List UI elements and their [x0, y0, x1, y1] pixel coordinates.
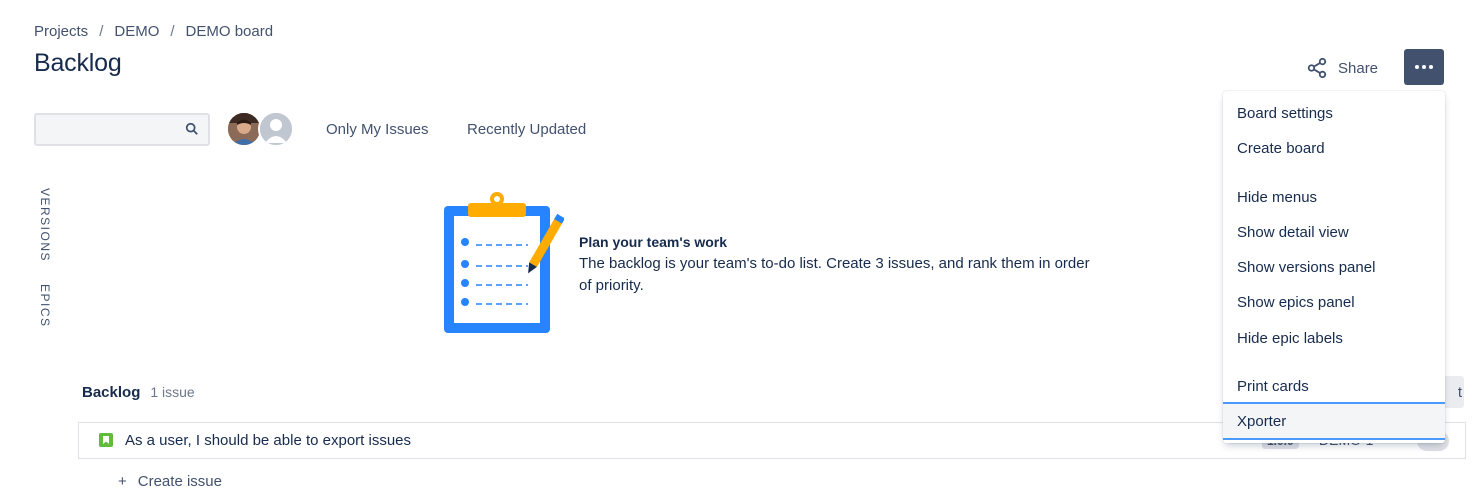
breadcrumb-projects[interactable]: Projects: [34, 23, 88, 40]
breadcrumb-board[interactable]: DEMO board: [186, 23, 274, 40]
share-button[interactable]: Share: [1306, 56, 1378, 80]
menu-item-hide-epic-labels[interactable]: Hide epic labels: [1223, 321, 1445, 356]
breadcrumb-separator: /: [99, 23, 104, 40]
empty-state-message: Plan your team's work The backlog is you…: [579, 231, 1099, 297]
filter-only-my-issues[interactable]: Only My Issues: [326, 121, 429, 138]
search-icon: [185, 122, 198, 135]
board-actions-menu: Board settings Create board Hide menus S…: [1223, 91, 1445, 443]
more-actions-button[interactable]: [1404, 49, 1444, 85]
plus-icon: +: [118, 473, 127, 490]
menu-item-board-settings[interactable]: Board settings: [1223, 96, 1445, 131]
backlog-issue-count: 1 issue: [150, 384, 195, 400]
page-title: Backlog: [34, 49, 122, 77]
backlog-title: Backlog: [82, 384, 141, 401]
search-input[interactable]: [36, 115, 176, 144]
backlog-header: Backlog 1 issue: [82, 384, 195, 401]
empty-state-heading: Plan your team's work: [579, 234, 728, 250]
avatar-user[interactable]: [226, 111, 262, 147]
share-label: Share: [1338, 59, 1379, 77]
breadcrumb: Projects / DEMO / DEMO board: [34, 23, 273, 40]
menu-item-print-cards[interactable]: Print cards: [1223, 369, 1445, 404]
menu-item-show-epics-panel[interactable]: Show epics panel: [1223, 285, 1445, 320]
create-issue-label: Create issue: [137, 473, 222, 490]
story-icon: [99, 433, 113, 447]
user-placeholder-icon: [260, 113, 292, 145]
empty-state-body: The backlog is your team's to-do list. C…: [579, 255, 1090, 294]
breadcrumb-project[interactable]: DEMO: [114, 23, 159, 40]
menu-item-show-versions-panel[interactable]: Show versions panel: [1223, 250, 1445, 285]
avatar-photo-icon: [228, 113, 260, 145]
search-box: [34, 113, 210, 146]
filter-recently-updated[interactable]: Recently Updated: [467, 121, 586, 138]
share-icon: [1307, 57, 1327, 79]
breadcrumb-separator: /: [170, 23, 175, 40]
versions-panel-toggle[interactable]: VERSIONS: [38, 188, 52, 262]
assignee-avatars: [226, 111, 294, 147]
menu-item-show-detail-view[interactable]: Show detail view: [1223, 215, 1445, 250]
avatar-unassigned[interactable]: [258, 111, 294, 147]
more-horizontal-icon: [1415, 65, 1433, 69]
menu-item-xporter[interactable]: Xporter: [1223, 402, 1445, 440]
epics-panel-toggle[interactable]: EPICS: [38, 284, 52, 328]
issue-summary: As a user, I should be able to export is…: [125, 432, 412, 449]
create-issue-button[interactable]: + Create issue: [118, 473, 222, 490]
create-sprint-label: t: [1457, 383, 1462, 401]
menu-item-create-board[interactable]: Create board: [1223, 131, 1445, 166]
menu-item-hide-menus[interactable]: Hide menus: [1223, 180, 1445, 215]
clipboard-icon: [444, 192, 564, 333]
